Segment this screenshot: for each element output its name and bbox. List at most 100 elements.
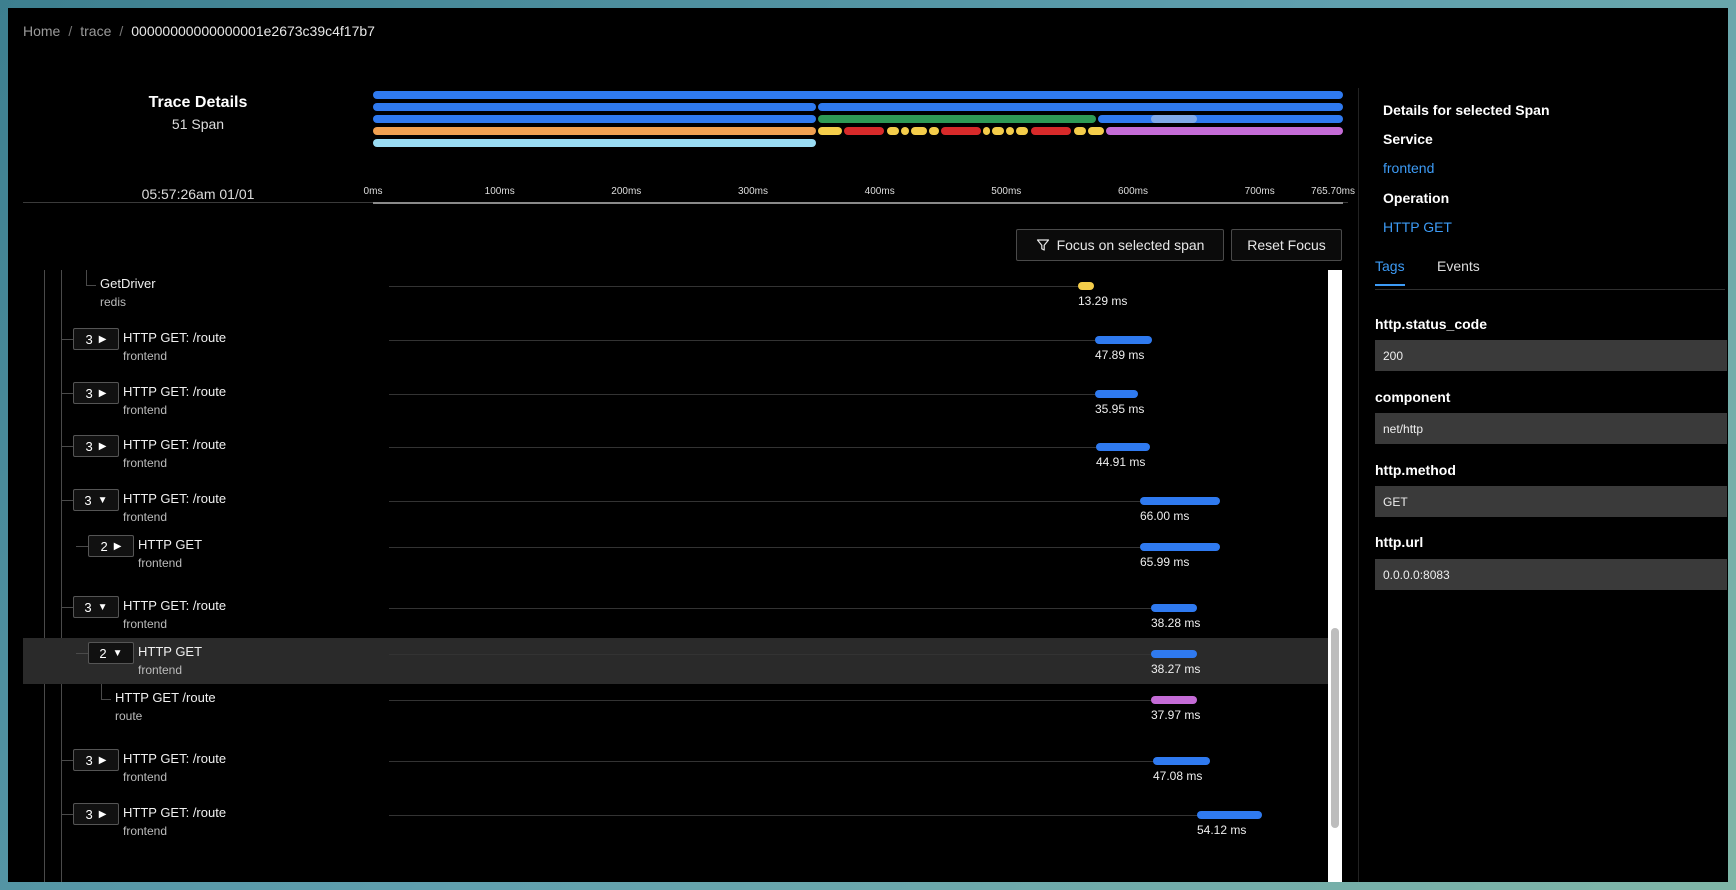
- child-count: 3: [85, 806, 93, 822]
- tag-value-http-url[interactable]: 0.0.0.0:8083: [1375, 559, 1727, 590]
- expand-toggle-button[interactable]: 3 ▶: [73, 382, 119, 404]
- span-row[interactable]: 3 ▶ HTTP GET: /route frontend 47.89 ms: [23, 324, 1328, 378]
- operation-value[interactable]: HTTP GET: [1383, 219, 1452, 235]
- trace-minimap[interactable]: [373, 91, 1343, 161]
- tick-label: 500ms: [991, 186, 1022, 197]
- span-duration-bar[interactable]: [1153, 757, 1210, 765]
- span-duration-bar[interactable]: [1095, 336, 1152, 344]
- span-duration-label: 44.91 ms: [1096, 455, 1146, 469]
- span-duration-bar[interactable]: [1140, 543, 1220, 551]
- span-duration-bar[interactable]: [1151, 696, 1197, 704]
- span-name: HTTP GET: /route: [123, 437, 227, 452]
- span-service: route: [115, 709, 143, 723]
- minimap-bar: [1031, 127, 1071, 135]
- span-row[interactable]: 3 ▶ HTTP GET: /route frontend 47.08 ms: [23, 745, 1328, 799]
- span-row[interactable]: 3 ▼ HTTP GET: /route frontend 66.00 ms: [23, 485, 1328, 531]
- filter-icon: [1036, 239, 1049, 251]
- tree-connector: [61, 500, 73, 501]
- minimap-bar: [818, 103, 1343, 111]
- span-duration-label: 47.89 ms: [1095, 348, 1145, 362]
- expand-toggle-button[interactable]: 3 ▶: [73, 803, 119, 825]
- breadcrumb-trace-id: 00000000000000001e2673c39c4f17b7: [131, 23, 375, 39]
- minimap-bar: [373, 91, 1343, 99]
- caret-right-icon: ▶: [98, 440, 107, 452]
- focus-selected-span-button[interactable]: Focus on selected span: [1016, 229, 1224, 261]
- span-duration-label: 54.12 ms: [1197, 823, 1247, 837]
- expand-toggle-button[interactable]: 2 ▶: [88, 535, 134, 557]
- child-count: 3: [85, 752, 93, 768]
- breadcrumb-home[interactable]: Home: [23, 23, 60, 39]
- tree-connector: [86, 285, 96, 286]
- span-name: HTTP GET: [138, 644, 203, 659]
- service-value[interactable]: frontend: [1383, 160, 1434, 176]
- expand-toggle-button[interactable]: 3 ▼: [73, 596, 119, 618]
- minimap-bar: [992, 127, 1004, 135]
- span-row[interactable]: 2 ▶ HTTP GET frontend 65.99 ms: [23, 531, 1328, 577]
- caret-right-icon: ▶: [98, 808, 107, 820]
- span-service: frontend: [123, 510, 168, 524]
- span-duration-bar[interactable]: [1140, 497, 1220, 505]
- span-service: frontend: [123, 403, 168, 417]
- child-count: 3: [85, 385, 93, 401]
- span-row[interactable]: 3 ▶ HTTP GET: /route frontend 35.95 ms: [23, 378, 1328, 432]
- span-duration-bar[interactable]: [1078, 282, 1094, 290]
- span-timeline-track: [389, 761, 1153, 762]
- tag-value-component[interactable]: net/http: [1375, 413, 1727, 444]
- span-row[interactable]: 3 ▼ HTTP GET: /route frontend 38.28 ms: [23, 592, 1328, 638]
- operation-label: Operation: [1383, 190, 1450, 206]
- tag-key-http-method: http.method: [1375, 462, 1456, 478]
- breadcrumb-trace[interactable]: trace: [80, 23, 111, 39]
- span-row[interactable]: GetDriver redis 13.29 ms: [23, 270, 1328, 324]
- tick-label: 200ms: [611, 186, 642, 197]
- child-count: 2: [99, 645, 107, 661]
- tree-connector: [61, 814, 73, 815]
- span-timeline-track: [389, 815, 1197, 816]
- expand-toggle-button[interactable]: 2 ▼: [88, 642, 134, 664]
- breadcrumb: Home / trace / 00000000000000001e2673c39…: [23, 23, 375, 39]
- minimap-bar: [1006, 127, 1014, 135]
- caret-right-icon: ▶: [113, 540, 122, 552]
- span-duration-label: 66.00 ms: [1140, 509, 1190, 523]
- tick-label: 765.70ms: [1311, 186, 1355, 197]
- tree-connector: [86, 270, 87, 285]
- span-duration-bar[interactable]: [1095, 390, 1138, 398]
- tab-tags[interactable]: Tags: [1375, 258, 1405, 286]
- scrollbar-thumb[interactable]: [1331, 628, 1339, 828]
- span-duration-bar[interactable]: [1151, 604, 1197, 612]
- span-duration-bar[interactable]: [1096, 443, 1150, 451]
- minimap-bar: [373, 127, 816, 135]
- expand-toggle-button[interactable]: 3 ▶: [73, 749, 119, 771]
- tree-connector: [61, 760, 73, 761]
- expand-toggle-button[interactable]: 3 ▶: [73, 328, 119, 350]
- tree-connector: [61, 607, 73, 608]
- tree-connector: [61, 446, 73, 447]
- minimap-bar: [887, 127, 899, 135]
- expand-toggle-button[interactable]: 3 ▶: [73, 435, 119, 457]
- reset-focus-button[interactable]: Reset Focus: [1231, 229, 1342, 261]
- span-duration-bar[interactable]: [1151, 650, 1197, 658]
- breadcrumb-separator: /: [68, 23, 73, 39]
- span-duration-label: 47.08 ms: [1153, 769, 1203, 783]
- child-count: 2: [100, 538, 108, 554]
- minimap-bar: [844, 127, 884, 135]
- span-row[interactable]: 3 ▶ HTTP GET: /route frontend 54.12 ms: [23, 799, 1328, 853]
- tag-key-status-code: http.status_code: [1375, 316, 1488, 332]
- child-count: 3: [84, 599, 92, 615]
- tree-connector: [101, 684, 102, 699]
- span-timeline-track: [389, 286, 1078, 287]
- span-row[interactable]: HTTP GET /route route 37.97 ms: [23, 684, 1328, 734]
- tab-events[interactable]: Events: [1437, 258, 1480, 284]
- span-service: frontend: [123, 824, 168, 838]
- tag-value-status-code[interactable]: 200: [1375, 340, 1727, 371]
- tag-value-http-method[interactable]: GET: [1375, 486, 1727, 517]
- span-service: frontend: [123, 349, 168, 363]
- span-service: frontend: [123, 456, 168, 470]
- span-name: HTTP GET: /route: [123, 384, 227, 399]
- details-title: Details for selected Span: [1383, 102, 1550, 118]
- span-duration-bar[interactable]: [1197, 811, 1262, 819]
- span-row[interactable]: 2 ▼ HTTP GET frontend 38.27 ms: [23, 638, 1328, 684]
- expand-toggle-button[interactable]: 3 ▼: [73, 489, 119, 511]
- details-tabs: Tags Events: [1375, 256, 1725, 290]
- span-row[interactable]: 3 ▶ HTTP GET: /route frontend 44.91 ms: [23, 431, 1328, 485]
- child-count: 3: [85, 438, 93, 454]
